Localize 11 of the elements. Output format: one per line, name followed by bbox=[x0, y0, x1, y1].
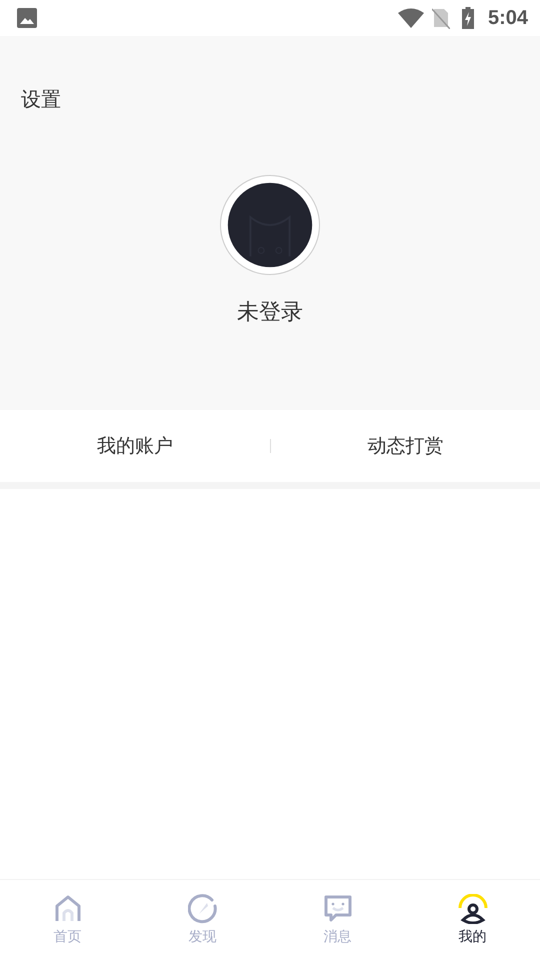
image-icon bbox=[17, 8, 37, 28]
profile-icon bbox=[458, 894, 488, 924]
wifi-icon bbox=[398, 8, 424, 28]
home-icon bbox=[52, 894, 82, 924]
status-time: 5:04 bbox=[488, 6, 528, 30]
battery-charging-icon bbox=[462, 7, 474, 29]
chat-icon bbox=[322, 894, 352, 924]
page-title: 设置 bbox=[21, 86, 61, 113]
no-sim-icon bbox=[432, 7, 450, 29]
login-status[interactable]: 未登录 bbox=[237, 297, 303, 327]
compass-icon bbox=[188, 894, 218, 924]
